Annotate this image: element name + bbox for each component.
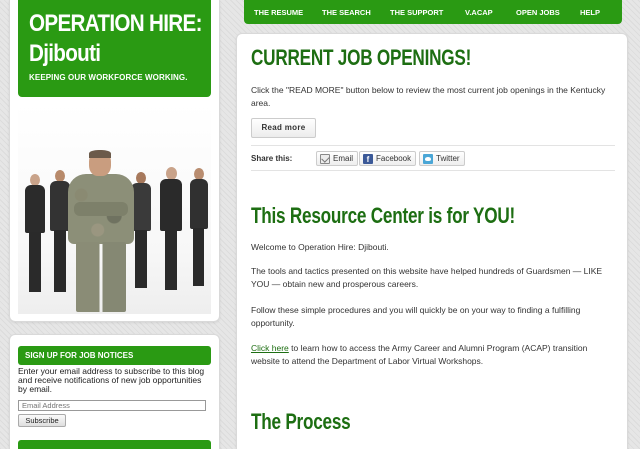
resource-p4: Click here to learn how to access the Ar… <box>251 342 617 368</box>
nav-item-help[interactable]: HELP <box>580 8 600 17</box>
process-heading: The Process <box>251 409 351 434</box>
signup-description: Enter your email address to subscribe to… <box>18 366 205 394</box>
share-email-label: Email <box>333 154 354 163</box>
resource-p4-text: to learn how to access the Army Career a… <box>251 343 588 366</box>
share-email-button[interactable]: Email <box>316 151 359 166</box>
site-tagline: KEEPING OUR WORKFORCE WORKING. <box>29 73 188 82</box>
divider <box>251 145 615 146</box>
nav-item-open-jobs[interactable]: OPEN JOBS <box>516 8 560 17</box>
read-more-button[interactable]: Read more <box>251 118 316 138</box>
nav-item-the-support[interactable]: THE SUPPORT <box>390 8 443 17</box>
soldier-figure <box>62 150 140 312</box>
twitter-icon <box>423 153 433 164</box>
nav-item-vacap[interactable]: V.ACAP <box>465 8 493 17</box>
signup-heading: SIGN UP FOR JOB NOTICES <box>18 346 211 365</box>
facebook-icon: f <box>363 153 373 164</box>
person-figure <box>24 174 46 304</box>
main-nav: THE RESUME THE SEARCH THE SUPPORT V.ACAP… <box>244 0 622 24</box>
site-header[interactable]: OPERATION HIRE: Djibouti KEEPING OUR WOR… <box>18 0 211 97</box>
share-facebook-button[interactable]: f Facebook <box>359 151 417 166</box>
subscribe-button[interactable]: Subscribe <box>18 414 66 427</box>
resource-p3: Follow these simple procedures and you w… <box>251 305 581 328</box>
jobs-text: Click the "READ MORE" button below to re… <box>251 85 606 108</box>
email-icon <box>320 153 330 164</box>
click-here-link[interactable]: Click here <box>251 343 289 353</box>
share-label: Share this: <box>251 154 293 163</box>
divider <box>251 170 615 171</box>
hero-image <box>18 104 211 314</box>
person-figure <box>159 167 183 304</box>
jobs-heading: CURRENT JOB OPENINGS! <box>251 45 472 70</box>
nav-item-the-search[interactable]: THE SEARCH <box>322 8 371 17</box>
share-facebook-label: Facebook <box>376 154 412 163</box>
site-title-line2[interactable]: Djibouti <box>29 39 186 69</box>
nav-item-the-resume[interactable]: THE RESUME <box>254 8 303 17</box>
resource-p2: The tools and tactics presented on this … <box>251 266 603 289</box>
share-twitter-label: Twitter <box>436 154 460 163</box>
resource-heading: This Resource Center is for YOU! <box>251 203 515 228</box>
next-widget-header <box>18 440 211 449</box>
person-figure <box>189 168 209 304</box>
share-twitter-button[interactable]: Twitter <box>419 151 465 166</box>
resource-p1: Welcome to Operation Hire: Djibouti. <box>251 242 389 252</box>
email-field[interactable] <box>18 400 206 411</box>
site-title-line1[interactable]: OPERATION HIRE: <box>29 9 202 39</box>
